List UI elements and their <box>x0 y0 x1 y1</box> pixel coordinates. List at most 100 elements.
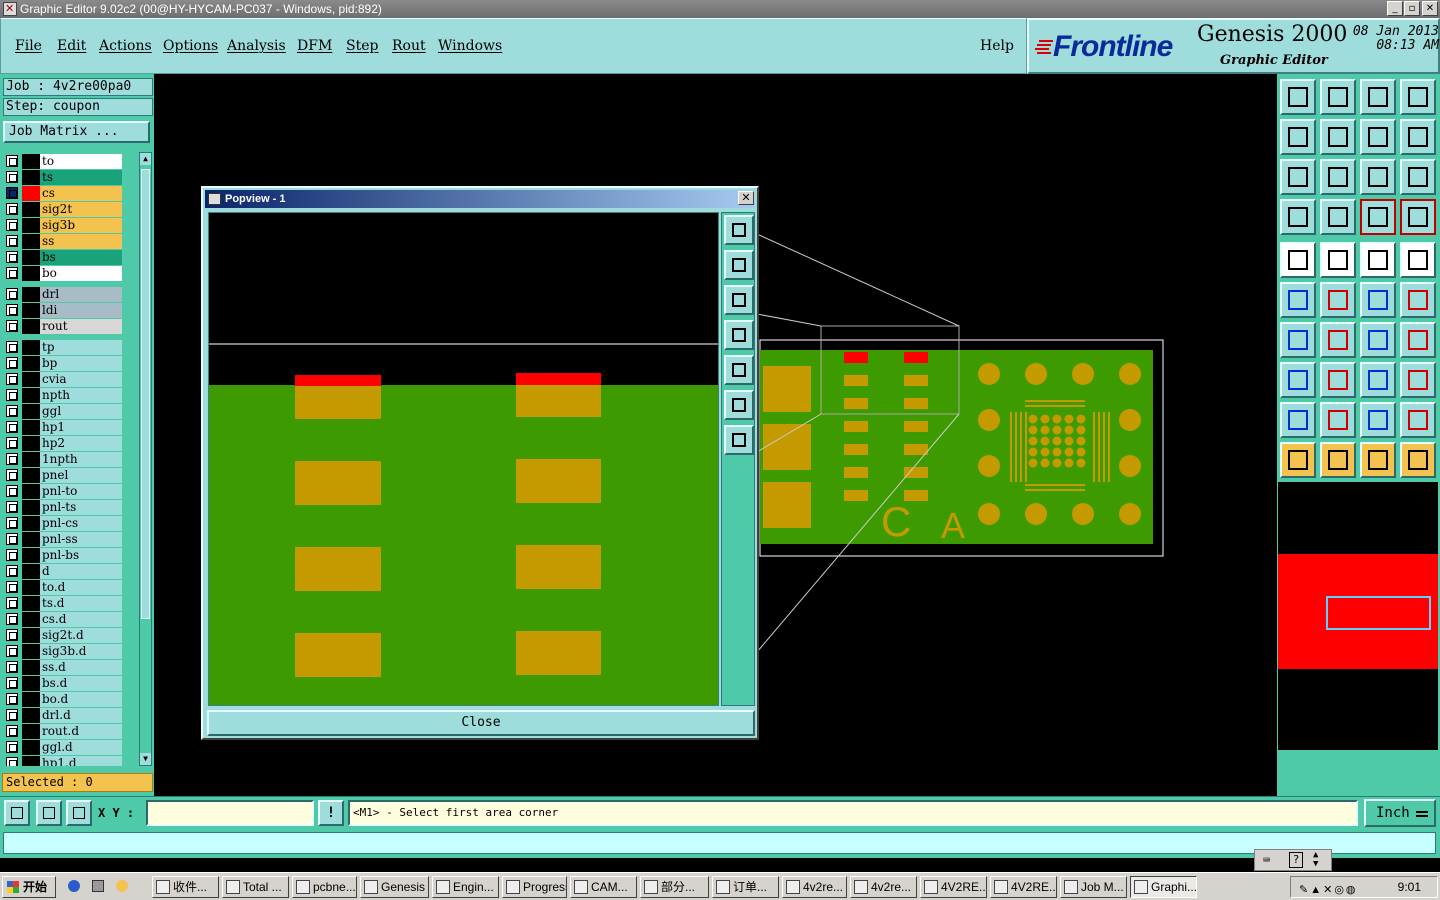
menu-actions[interactable]: Actions <box>99 38 152 54</box>
layer-color-swatch[interactable] <box>22 532 40 547</box>
scroll-down-icon[interactable]: ▼ <box>140 753 151 765</box>
layer-row-bs.d[interactable]: bs.d <box>4 676 122 691</box>
layer-checkbox[interactable] <box>6 613 18 625</box>
job-matrix-button[interactable]: Job Matrix ... <box>3 121 150 143</box>
menu-options[interactable]: Options <box>163 38 218 54</box>
layer-checkbox[interactable] <box>6 501 18 513</box>
taskbar-item[interactable]: CAM... <box>570 876 637 898</box>
layer-checkbox[interactable] <box>6 677 18 689</box>
layer-color-swatch[interactable] <box>22 452 40 467</box>
taskbar-item[interactable]: Total ... <box>222 876 289 898</box>
layer-name[interactable]: sig3b.d <box>40 644 122 659</box>
layer-name[interactable]: pnl-to <box>40 484 122 499</box>
layer-checkbox[interactable] <box>6 267 18 279</box>
scroll-thumb[interactable] <box>141 169 150 619</box>
layer-row-d[interactable]: d <box>4 564 122 579</box>
menu-help[interactable]: Help <box>980 38 1014 54</box>
layer-color-swatch[interactable] <box>22 596 40 611</box>
grid-tool-button[interactable] <box>1320 199 1356 235</box>
layer-row-hp2[interactable]: hp2 <box>4 436 122 451</box>
measure-button[interactable] <box>36 800 62 826</box>
popview-pan-right-button[interactable] <box>724 355 754 385</box>
layer-name[interactable]: hp1 <box>40 420 122 435</box>
layer-name[interactable]: sig2t.d <box>40 628 122 643</box>
redraw-tool-button[interactable] <box>1400 119 1436 155</box>
layer-row-bs[interactable]: bs <box>4 250 122 265</box>
help-tool-button[interactable] <box>1400 159 1436 195</box>
quicklaunch-ie-icon[interactable] <box>68 880 80 892</box>
menu-rout[interactable]: Rout <box>392 38 426 54</box>
connect-tool-button[interactable] <box>1280 282 1316 318</box>
home-tool-button[interactable] <box>1360 79 1396 115</box>
layer-checkbox[interactable] <box>6 725 18 737</box>
layer-name[interactable]: ts <box>40 170 122 185</box>
resize-tool-button[interactable] <box>1360 362 1396 398</box>
unit-selector[interactable]: Inch <box>1364 799 1436 827</box>
layer-name[interactable]: pnl-bs <box>40 548 122 563</box>
layer-row-pnl-ts[interactable]: pnl-ts <box>4 500 122 515</box>
layer-checkbox[interactable] <box>6 219 18 231</box>
layer-checkbox[interactable] <box>6 389 18 401</box>
layer-color-swatch[interactable] <box>22 154 40 169</box>
layer-row-hp1.d[interactable]: hp1.d <box>4 756 122 766</box>
layer-row-ss[interactable]: ss <box>4 234 122 249</box>
layer-color-swatch[interactable] <box>22 202 40 217</box>
angle-tool-button[interactable] <box>1280 322 1316 358</box>
layer-checkbox[interactable] <box>6 629 18 641</box>
layer-color-swatch[interactable] <box>22 287 40 302</box>
alert-button[interactable]: ! <box>318 800 344 826</box>
window-titlebar[interactable]: Graphic Editor 9.02c2 (00@HY-HYCAM-PC037… <box>0 0 1440 18</box>
layer-row-bp[interactable]: bp <box>4 356 122 371</box>
layer-name[interactable]: 1npth <box>40 452 122 467</box>
add-line-tool-button[interactable] <box>1320 242 1356 278</box>
taskbar-item[interactable]: 订单... <box>712 876 779 898</box>
layer-color-swatch[interactable] <box>22 234 40 249</box>
window-tool-button[interactable] <box>1400 79 1436 115</box>
layer-row-pnel[interactable]: pnel <box>4 468 122 483</box>
layer-row-cs.d[interactable]: cs.d <box>4 612 122 627</box>
layer-row-rout[interactable]: rout <box>4 319 122 334</box>
maximize-button[interactable]: ▫ <box>1404 1 1420 16</box>
layer-row-bo.d[interactable]: bo.d <box>4 692 122 707</box>
layer-color-swatch[interactable] <box>22 740 40 755</box>
layer-checkbox[interactable] <box>6 171 18 183</box>
taskbar-item[interactable]: Job M... <box>1060 876 1127 898</box>
layer-color-swatch[interactable] <box>22 516 40 531</box>
layer-row-npth[interactable]: npth <box>4 388 122 403</box>
layer-checkbox[interactable] <box>6 251 18 263</box>
net-tool-button[interactable] <box>1400 442 1436 478</box>
options-arrows-icon[interactable]: ▲ ▼ <box>1313 851 1318 869</box>
tray-icons[interactable]: ✎▲✕◎◍ <box>1299 880 1358 900</box>
popview-canvas[interactable] <box>208 212 719 706</box>
taskbar-item[interactable]: 4V2RE... <box>920 876 987 898</box>
layer-row-ggl[interactable]: ggl <box>4 404 122 419</box>
layers-active-tool-button[interactable] <box>1400 199 1436 235</box>
layer-name[interactable]: ggl.d <box>40 740 122 755</box>
layer-color-swatch[interactable] <box>22 468 40 483</box>
snap-tool-button[interactable] <box>1280 199 1316 235</box>
layer-name[interactable]: drl.d <box>40 708 122 723</box>
layer-name[interactable]: cs <box>40 186 122 201</box>
popview-close-x-button[interactable]: ✕ <box>738 191 754 205</box>
layer-checkbox[interactable] <box>6 304 18 316</box>
layer-checkbox[interactable] <box>6 661 18 673</box>
layer-name[interactable]: drl <box>40 287 122 302</box>
layer-name[interactable]: d <box>40 564 122 579</box>
layer-color-swatch[interactable] <box>22 548 40 563</box>
layer-checkbox[interactable] <box>6 155 18 167</box>
layer-color-swatch[interactable] <box>22 644 40 659</box>
quicklaunch-app-icon[interactable] <box>116 880 128 892</box>
menu-file[interactable]: File <box>15 38 42 54</box>
taskbar-item[interactable]: 部分... <box>640 876 709 898</box>
layer-name[interactable]: cs.d <box>40 612 122 627</box>
popview-close-button[interactable]: Close <box>207 710 755 736</box>
layer-checkbox[interactable] <box>6 341 18 353</box>
layer-name[interactable]: ggl <box>40 404 122 419</box>
layer-checkbox[interactable] <box>6 203 18 215</box>
layer-name[interactable]: pnl-ss <box>40 532 122 547</box>
keyboard-icon[interactable]: ⌨ <box>1263 853 1270 867</box>
layer-name[interactable]: hp2 <box>40 436 122 451</box>
layer-checkbox[interactable] <box>6 741 18 753</box>
arc-tool-button[interactable] <box>1360 322 1396 358</box>
layer-color-swatch[interactable] <box>22 564 40 579</box>
